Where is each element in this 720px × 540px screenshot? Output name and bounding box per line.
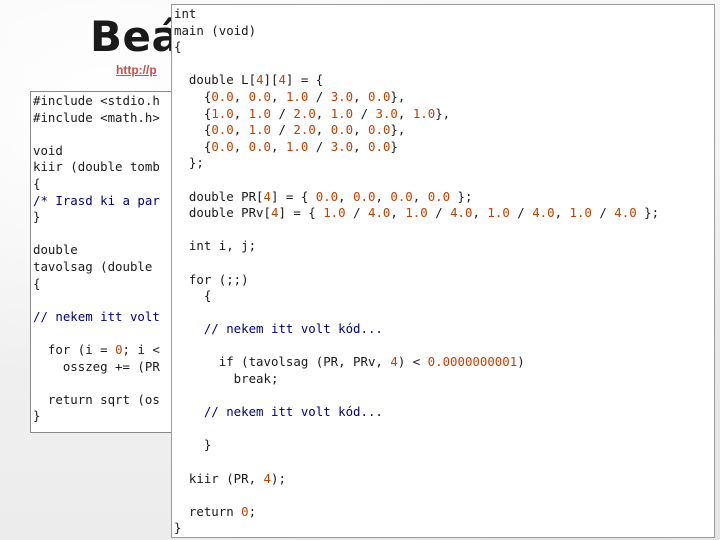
left-code-line: } xyxy=(33,408,41,424)
right-code-line: } xyxy=(203,437,212,453)
left-code-line: return sqrt (os xyxy=(47,391,160,407)
right-code-line: // nekem itt volt kód... xyxy=(203,404,383,420)
left-code-line: // nekem itt volt xyxy=(33,308,160,324)
left-code-line: } xyxy=(33,209,41,225)
left-code-line: osszeg += (PR xyxy=(62,358,160,374)
left-code-screenshot: #include <stdio.h #include <math.h> void… xyxy=(30,91,192,433)
left-code-line: { xyxy=(33,275,41,291)
right-code-screenshot: int main (void) { double L[4][4] = { {0.… xyxy=(171,4,715,538)
left-code-line: { xyxy=(33,175,41,191)
left-code-line: /* Irasd ki a par xyxy=(33,192,160,208)
right-code-line: return 0; xyxy=(174,503,257,519)
right-code-line: for (;;) xyxy=(188,271,249,287)
right-code-line: {0.0, 0.0, 1.0 / 3.0, 0.0} xyxy=(174,138,398,154)
right-code-line: { xyxy=(174,39,182,55)
right-code-line: double PR[4] = { 0.0, 0.0, 0.0, 0.0 }; xyxy=(174,188,473,204)
right-code-line: break; xyxy=(233,371,279,387)
right-code-line: { xyxy=(203,288,212,304)
right-code-line: int i, j; xyxy=(188,238,257,254)
right-code-listing: int main (void) { double L[4][4] = { {0.… xyxy=(174,6,659,537)
right-code-line: {0.0, 1.0 / 2.0, 0.0, 0.0}, xyxy=(174,122,406,138)
right-code-line: int xyxy=(174,6,197,21)
left-code-listing: #include <stdio.h #include <math.h> void… xyxy=(33,93,160,425)
right-code-line: } xyxy=(174,520,182,536)
left-code-line: double xyxy=(33,242,78,258)
left-code-line: tavolsag (double xyxy=(33,258,153,274)
right-code-line: if (tavolsag (PR, PRv, 4) < 0.0000000001… xyxy=(174,354,525,370)
left-code-line: #include <math.h> xyxy=(33,109,160,125)
left-code-line: void xyxy=(33,142,63,158)
left-code-line: #include <stdio.h xyxy=(33,93,160,108)
right-code-line: }; xyxy=(188,155,204,171)
right-code-line: double L[4][4] = { xyxy=(174,72,324,88)
right-code-line: // nekem itt volt kód... xyxy=(203,321,383,337)
right-code-line: {0.0, 0.0, 1.0 / 3.0, 0.0}, xyxy=(174,88,406,104)
left-code-line: for (i = 0; i < xyxy=(33,341,160,357)
right-code-line: {1.0, 1.0 / 2.0, 1.0 / 3.0, 1.0}, xyxy=(174,105,451,121)
right-code-line: double PRv[4] = { 1.0 / 4.0, 1.0 / 4.0, … xyxy=(174,205,660,221)
left-code-line: kiir (double tomb xyxy=(33,159,160,175)
right-code-line: kiir (PR, 4); xyxy=(174,470,286,486)
right-code-line: main (void) xyxy=(174,22,257,38)
source-link[interactable]: http://p xyxy=(116,63,157,77)
